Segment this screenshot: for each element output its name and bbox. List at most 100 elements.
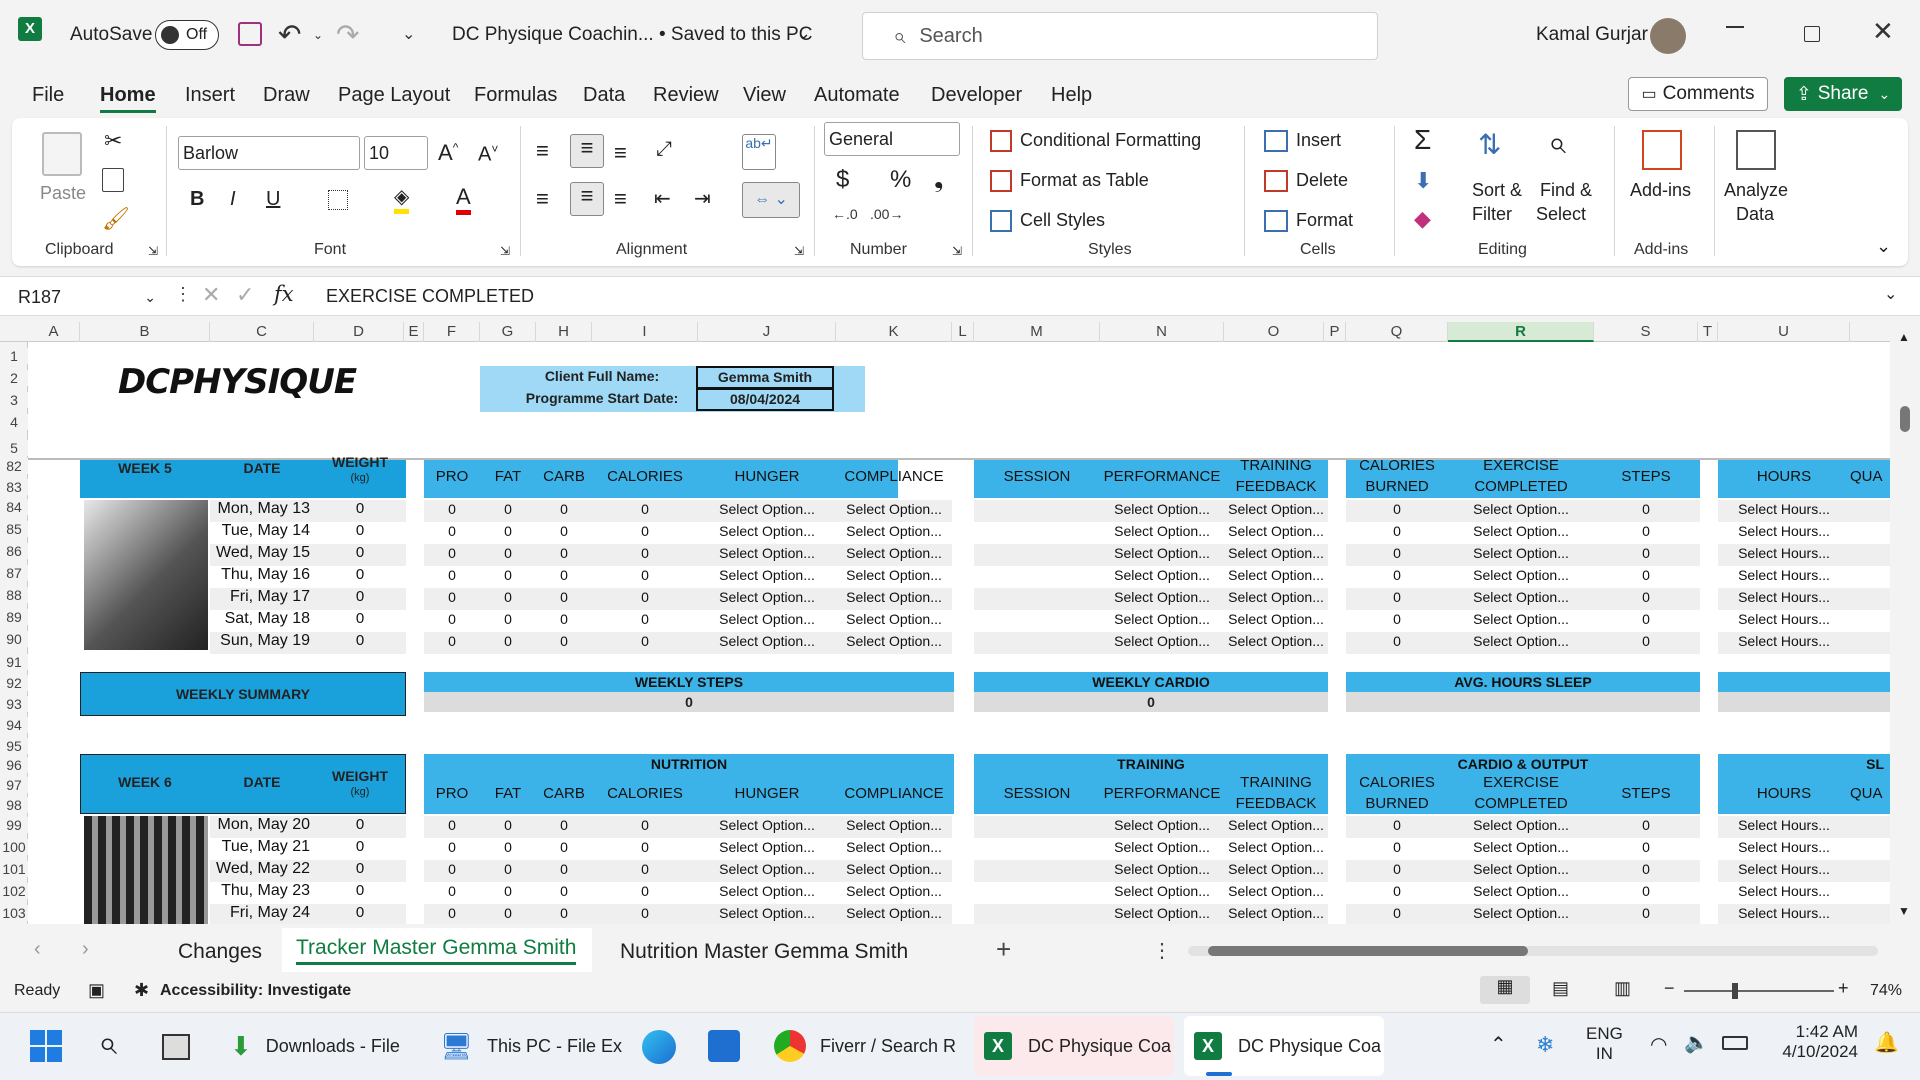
numeric-cell[interactable]: 0 xyxy=(424,630,480,652)
share-button[interactable]: ⇪ Share ⌄ xyxy=(1784,77,1902,111)
numeric-cell[interactable]: 0 xyxy=(592,608,698,630)
windows-start-icon[interactable] xyxy=(30,1030,62,1062)
number-launcher-icon[interactable]: ⇲ xyxy=(952,244,962,258)
hours-dropdown-cell[interactable]: Select Hours... xyxy=(1718,608,1850,630)
format-as-table-icon[interactable] xyxy=(990,170,1012,192)
menu-home[interactable]: Home xyxy=(100,84,156,113)
comments-button[interactable]: ▭ Comments xyxy=(1628,77,1768,111)
option-dropdown-cell[interactable]: Select Option... xyxy=(1100,902,1224,924)
option-dropdown-cell[interactable]: Select Option... xyxy=(1224,814,1328,836)
italic-icon[interactable]: I xyxy=(230,188,236,211)
align-bottom-icon[interactable]: ≡ xyxy=(614,140,627,166)
option-dropdown-cell[interactable]: Select Option... xyxy=(836,564,952,586)
sort-filter-label-1[interactable]: Sort & xyxy=(1472,180,1522,201)
weight-cell[interactable]: 0 xyxy=(314,586,406,608)
weight-cell[interactable]: 0 xyxy=(314,902,406,924)
option-dropdown-cell[interactable]: Select Option... xyxy=(1100,520,1224,542)
zoom-slider[interactable] xyxy=(1684,983,1834,999)
numeric-cell[interactable]: 0 xyxy=(536,858,592,880)
row-header[interactable]: 1 xyxy=(0,348,28,364)
column-header[interactable]: E xyxy=(404,322,424,342)
numeric-cell[interactable]: 0 xyxy=(1594,608,1698,630)
row-header[interactable]: 92 xyxy=(0,675,28,691)
option-dropdown-cell[interactable]: Select Option... xyxy=(698,880,836,902)
close-icon[interactable]: ✕ xyxy=(1872,16,1894,47)
date-cell[interactable]: Fri, May 17 xyxy=(210,586,314,608)
numeric-cell[interactable]: 0 xyxy=(424,564,480,586)
macro-record-icon[interactable]: ▣ xyxy=(88,980,105,1001)
borders-icon[interactable] xyxy=(328,190,348,210)
insert-cells-button[interactable]: Insert xyxy=(1296,130,1341,151)
row-header[interactable]: 5 xyxy=(0,440,28,456)
row-header[interactable]: 97 xyxy=(0,777,28,793)
show-hidden-icons-icon[interactable]: ⌃ xyxy=(1490,1032,1507,1057)
numeric-cell[interactable]: 0 xyxy=(480,586,536,608)
analyze-data-icon[interactable] xyxy=(1736,130,1776,170)
row-header[interactable]: 83 xyxy=(0,479,28,495)
option-dropdown-cell[interactable]: Select Option... xyxy=(1448,520,1594,542)
option-dropdown-cell[interactable]: Select Option... xyxy=(836,520,952,542)
format-cells-icon[interactable] xyxy=(1264,210,1288,232)
date-cell[interactable]: Tue, May 14 xyxy=(210,520,314,542)
numeric-cell[interactable]: 0 xyxy=(536,630,592,652)
row-header[interactable]: 4 xyxy=(0,414,28,430)
conditional-formatting-icon[interactable] xyxy=(990,130,1012,152)
hours-dropdown-cell[interactable]: Select Hours... xyxy=(1718,630,1850,652)
option-dropdown-cell[interactable]: Select Option... xyxy=(698,902,836,924)
find-select-icon[interactable]: ⌕ xyxy=(1548,124,1566,162)
fill-icon[interactable]: ⬇ xyxy=(1414,168,1432,194)
comma-icon[interactable]: ❟ xyxy=(934,166,943,194)
decrease-decimal-icon[interactable]: .00→ xyxy=(870,206,903,222)
vertical-scroll-thumb[interactable] xyxy=(1900,406,1910,432)
row-header[interactable]: 85 xyxy=(0,521,28,537)
wrap-text-icon[interactable]: ab↵ xyxy=(742,134,776,170)
option-dropdown-cell[interactable]: Select Option... xyxy=(1448,498,1594,520)
zoom-out-icon[interactable]: − xyxy=(1664,978,1675,999)
title-chevron-down-icon[interactable]: ⌄ xyxy=(796,23,811,44)
numeric-cell[interactable]: 0 xyxy=(1346,902,1448,924)
numeric-cell[interactable]: 0 xyxy=(424,858,480,880)
font-launcher-icon[interactable]: ⇲ xyxy=(500,244,510,258)
numeric-cell[interactable]: 0 xyxy=(480,630,536,652)
numeric-cell[interactable]: 0 xyxy=(480,814,536,836)
row-header[interactable]: 88 xyxy=(0,587,28,603)
menu-help[interactable]: Help xyxy=(1051,84,1092,107)
numeric-cell[interactable]: 0 xyxy=(536,608,592,630)
numeric-cell[interactable]: 0 xyxy=(1346,814,1448,836)
date-cell[interactable]: Mon, May 20 xyxy=(210,814,314,836)
numeric-cell[interactable]: 0 xyxy=(592,858,698,880)
client-name-value[interactable]: Gemma Smith xyxy=(696,366,834,389)
spreadsheet-grid[interactable]: DCPHYSIQUE Client Full Name: Programme S… xyxy=(28,342,1890,924)
row-header[interactable]: 102 xyxy=(0,883,28,899)
add-sheet-icon[interactable]: + xyxy=(996,934,1011,965)
numeric-cell[interactable]: 0 xyxy=(1346,608,1448,630)
numeric-cell[interactable]: 0 xyxy=(1594,630,1698,652)
cancel-entry-icon[interactable]: ✕ xyxy=(202,282,220,308)
horizontal-scroll-thumb[interactable] xyxy=(1208,946,1528,956)
numeric-cell[interactable]: 0 xyxy=(592,520,698,542)
wifi-icon[interactable]: ◠ xyxy=(1650,1032,1667,1057)
numeric-cell[interactable]: 0 xyxy=(480,836,536,858)
horizontal-scrollbar[interactable] xyxy=(1188,946,1878,956)
customize-quick-access-icon[interactable]: ⌄ xyxy=(402,24,415,44)
date-cell[interactable]: Thu, May 16 xyxy=(210,564,314,586)
hours-dropdown-cell[interactable]: Select Hours... xyxy=(1718,858,1850,880)
sort-filter-icon[interactable]: ⇅ xyxy=(1478,128,1501,161)
numeric-cell[interactable]: 0 xyxy=(424,836,480,858)
column-header-selected[interactable]: R xyxy=(1448,322,1594,342)
column-header[interactable]: T xyxy=(1698,322,1718,342)
autosave-toggle[interactable]: Off xyxy=(155,20,219,50)
date-cell[interactable]: Wed, May 22 xyxy=(210,858,314,880)
paste-icon[interactable] xyxy=(42,132,82,176)
numeric-cell[interactable]: 0 xyxy=(480,858,536,880)
option-dropdown-cell[interactable]: Select Option... xyxy=(1224,542,1328,564)
clipboard-launcher-icon[interactable]: ⇲ xyxy=(148,244,158,258)
formula-content[interactable]: EXERCISE COMPLETED xyxy=(326,286,534,307)
date-cell[interactable]: Mon, May 13 xyxy=(210,498,314,520)
row-header[interactable]: 90 xyxy=(0,631,28,647)
align-middle-icon[interactable]: ≡ xyxy=(570,134,604,168)
column-header[interactable]: O xyxy=(1224,322,1324,342)
menu-automate[interactable]: Automate xyxy=(814,84,900,107)
option-dropdown-cell[interactable]: Select Option... xyxy=(698,608,836,630)
tray-app-icon[interactable]: ❄ xyxy=(1536,1032,1554,1058)
